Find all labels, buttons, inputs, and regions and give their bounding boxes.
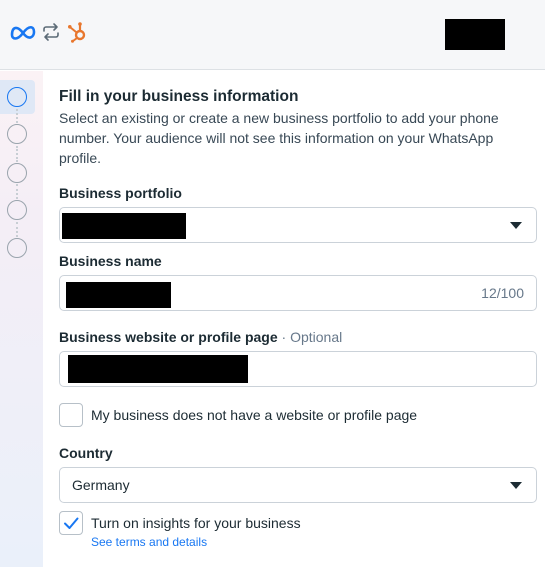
- redacted-value: [68, 355, 248, 383]
- character-counter: 12/100: [481, 285, 524, 301]
- step-5-indicator: [7, 238, 27, 258]
- redacted-account: [445, 19, 505, 50]
- meta-logo-icon: [10, 25, 36, 40]
- country-label: Country: [59, 445, 113, 461]
- step-2-indicator: [7, 124, 27, 144]
- website-label-text: Business website or profile page: [59, 329, 278, 345]
- business-name-input[interactable]: 12/100: [59, 275, 537, 311]
- step-connector: [16, 184, 18, 199]
- step-3-indicator: [7, 163, 27, 183]
- chevron-down-icon: [510, 222, 522, 229]
- page-title: Fill in your business information: [59, 88, 299, 105]
- step-connector: [16, 146, 18, 162]
- redacted-value: [66, 282, 171, 308]
- checkmark-icon: [64, 517, 79, 529]
- insights-checkbox[interactable]: [59, 511, 83, 535]
- country-select[interactable]: Germany: [59, 467, 537, 503]
- website-input[interactable]: [59, 351, 537, 387]
- website-label: Business website or profile page · Optio…: [59, 329, 342, 345]
- business-name-label: Business name: [59, 253, 162, 269]
- page-description: Select an existing or create a new busin…: [59, 110, 499, 166]
- progress-stepper: [0, 71, 43, 567]
- terms-link[interactable]: See terms and details: [91, 535, 207, 549]
- hubspot-logo-icon: [68, 22, 86, 43]
- step-4-indicator: [7, 200, 27, 220]
- redacted-value: [62, 213, 186, 239]
- no-website-checkbox-label[interactable]: My business does not have a website or p…: [91, 407, 417, 423]
- no-website-checkbox[interactable]: [59, 403, 83, 427]
- business-portfolio-label: Business portfolio: [59, 185, 182, 201]
- insights-checkbox-label[interactable]: Turn on insights for your business: [91, 515, 301, 531]
- chevron-down-icon: [510, 482, 522, 489]
- top-bar: [0, 0, 545, 70]
- business-portfolio-select[interactable]: [59, 207, 537, 243]
- step-connector: [16, 222, 18, 237]
- sync-arrows-icon: [43, 23, 59, 41]
- step-connector: [16, 109, 18, 123]
- country-value: Germany: [72, 477, 130, 493]
- step-1-indicator: [7, 87, 27, 107]
- optional-tag: · Optional: [277, 329, 343, 345]
- form-intro: Fill in your business information Select…: [59, 87, 539, 168]
